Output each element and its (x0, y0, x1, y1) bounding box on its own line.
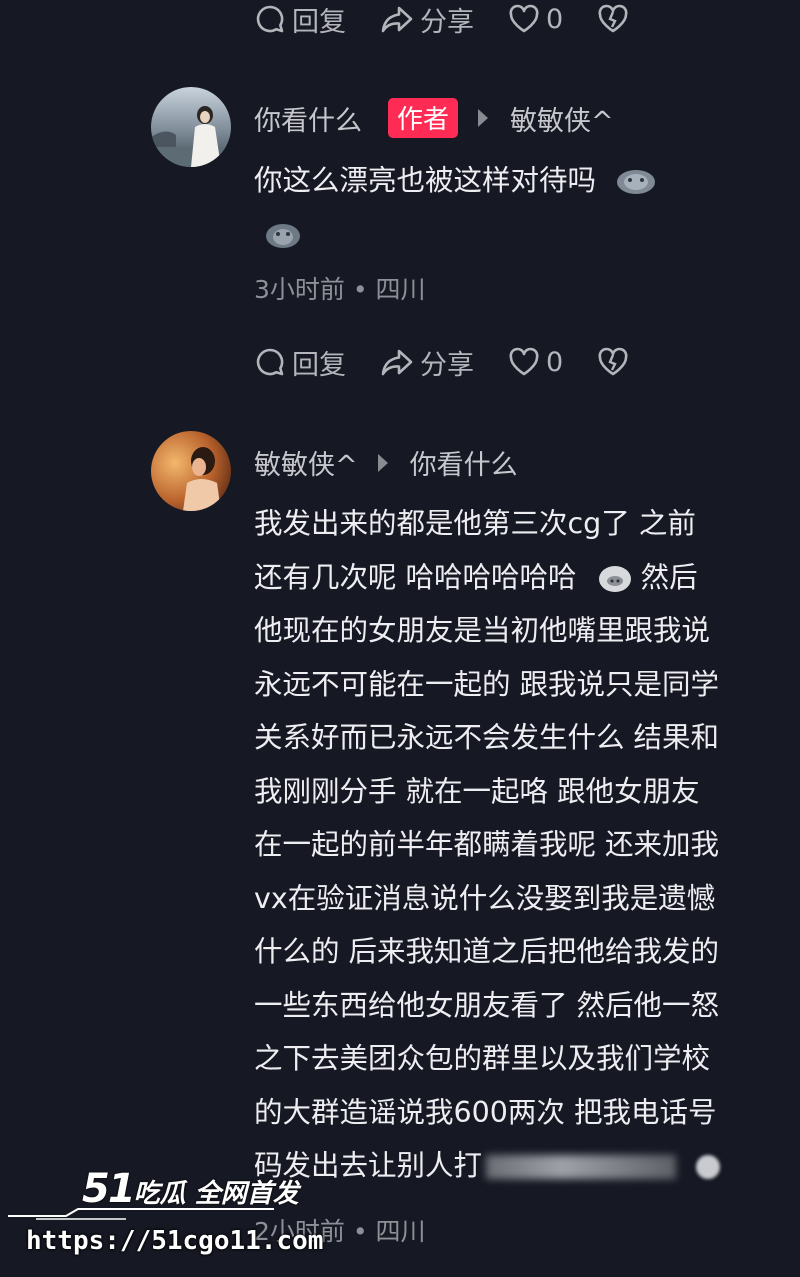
comment-line: 什么的 后来我知道之后把他给我发的 (254, 935, 720, 968)
reply-label: 回复 (292, 349, 346, 381)
avatar-photo (151, 87, 231, 167)
reply-button[interactable]: 回复 (254, 343, 346, 382)
pig-face-emoji-icon (598, 565, 631, 592)
reply-arrow-icon (377, 453, 388, 472)
timestamp-location: 3小时前 • 四川 (254, 275, 426, 304)
share-button[interactable]: 分享 (380, 343, 474, 382)
share-label: 分享 (420, 6, 474, 38)
author-badge: 作者 (388, 98, 459, 138)
broken-heart-icon (598, 347, 628, 376)
comment-text: 你这么漂亮也被这样对待吗 (254, 164, 597, 197)
heart-icon (509, 4, 539, 33)
comment-body: 我发出来的都是他第三次cg了 之前 还有几次呢 哈哈哈哈哈哈 然后 他现在的女朋友… (254, 497, 784, 1193)
crying-emoji-icon (617, 170, 656, 194)
comment-line: 他现在的女朋友是当初他嘴里跟我说 (254, 614, 711, 647)
top-action-row: 回复 分享 0 (254, 0, 669, 41)
like-button[interactable]: 0 (508, 4, 563, 35)
comment-line-text: 还有几次呢 哈哈哈哈哈哈 (254, 560, 577, 594)
comment-line: 关系好而已永远不会发生什么 结果和 (254, 721, 720, 754)
avatar-photo (151, 431, 231, 511)
reply-button[interactable]: 回复 (254, 0, 346, 39)
crying-emoji-icon-2 (266, 223, 300, 248)
comment-line: 一些东西给他女朋友看了 然后他一怒 (254, 988, 720, 1022)
reply-to-username[interactable]: 你看什么 (410, 443, 518, 482)
blurred-text (486, 1155, 677, 1179)
comment-line-suffix: 然后 (640, 560, 698, 594)
share-arrow-icon (381, 349, 413, 376)
comment-bubble-icon (256, 5, 284, 33)
username[interactable]: 敏敏侠^ (254, 443, 358, 482)
comment-header: 你看什么 作者 敏敏侠^ (254, 98, 614, 138)
reply-to-username[interactable]: 敏敏侠^ (510, 99, 614, 138)
reply-label: 回复 (292, 6, 346, 38)
share-button[interactable]: 分享 (380, 0, 474, 39)
share-arrow-icon (381, 6, 413, 33)
like-count: 0 (546, 346, 564, 378)
comment-line: 我刚刚分手 就在一起咯 跟他女朋友 (254, 774, 700, 808)
avatar[interactable] (151, 431, 231, 511)
comment-line: 在一起的前半年都瞒着我呢 还来加我 (254, 828, 720, 861)
comment-body: 你这么漂亮也被这样对待吗 (254, 154, 784, 261)
watermark-url: https://51cgo11.com (26, 1226, 324, 1256)
like-button[interactable]: 0 (508, 347, 563, 378)
comment-line: 码发出去让别人打 (254, 1139, 784, 1193)
comment-action-row: 回复 分享 0 (254, 340, 669, 384)
dislike-button[interactable] (597, 4, 635, 34)
watermark-logo-text: 吃瓜 全网首发 (133, 1179, 299, 1209)
comment-bubble-icon (256, 348, 284, 376)
comment-line: vx在验证消息说什么没娶到我是遗憾 (254, 881, 716, 915)
comment-line: 我发出来的都是他第三次cg了 之前 (254, 507, 696, 540)
dislike-button[interactable] (597, 347, 635, 377)
comment-line: 之下去美团众包的群里以及我们学校 (254, 1042, 711, 1075)
comment-line: 还有几次呢 哈哈哈哈哈哈 然后 (254, 551, 784, 605)
share-label: 分享 (420, 349, 474, 381)
username[interactable]: 你看什么 (254, 99, 362, 138)
comment-line: 永远不可能在一起的 跟我说只是同学 (254, 667, 720, 701)
avatar[interactable] (151, 87, 231, 167)
blurred-emoji-icon (696, 1155, 721, 1179)
heart-icon (509, 347, 539, 376)
comment-line: 的大群造谣说我600两次 把我电话号 (254, 1095, 717, 1129)
reply-arrow-icon (478, 109, 489, 127)
comment-header: 敏敏侠^ 你看什么 (254, 443, 518, 482)
like-count: 0 (546, 3, 564, 35)
watermark-decoration (8, 1208, 274, 1220)
broken-heart-icon (598, 4, 628, 33)
